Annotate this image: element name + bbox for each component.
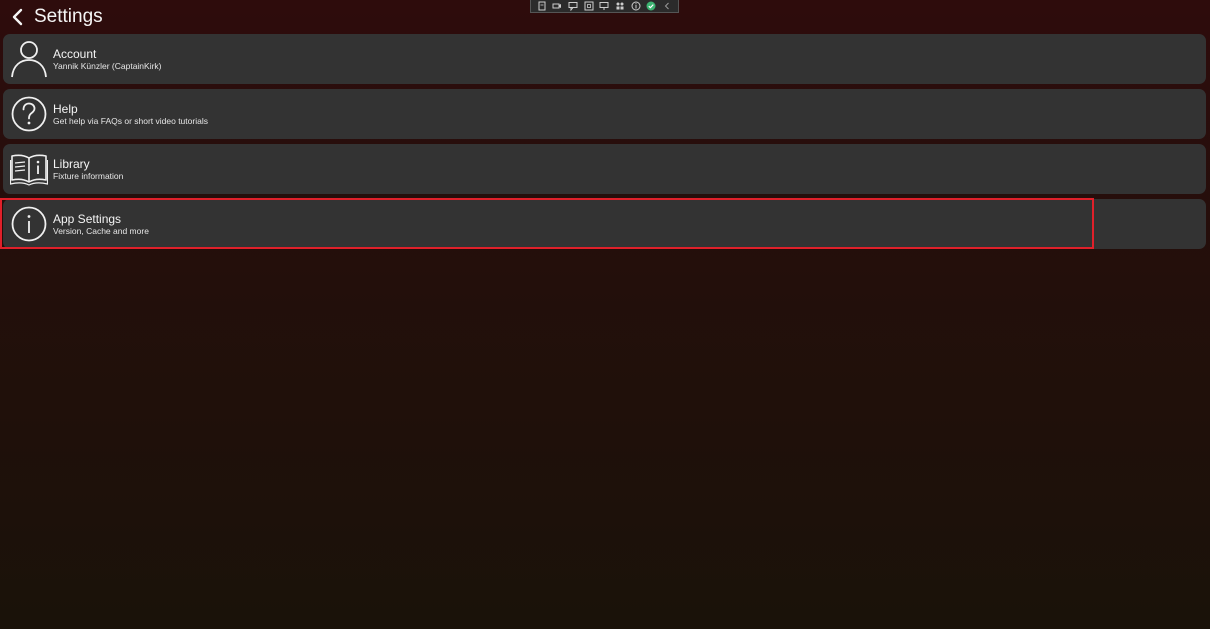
app-settings-item[interactable]: App Settings Version, Cache and more [3,199,1206,249]
account-title: Account [53,46,97,61]
group-icon[interactable] [615,1,626,12]
settings-list: Account Yannik Künzler (CaptainKirk) Hel… [3,34,1206,254]
chevron-left-icon [12,8,23,26]
monitor-icon[interactable] [599,1,610,12]
app-settings-title: App Settings [53,211,122,226]
library-item[interactable]: Library Fixture information [3,144,1206,194]
header-bar: Settings [0,0,103,34]
frame-icon[interactable] [583,1,594,12]
question-circle-icon [9,94,49,134]
account-subtitle: Yannik Künzler (CaptainKirk) [53,60,162,71]
info-circle-icon[interactable] [630,1,641,12]
help-title: Help [53,101,78,116]
app-settings-subtitle: Version, Cache and more [53,225,149,236]
check-circle-icon[interactable] [646,1,657,12]
book-info-icon [9,149,49,189]
page-title: Settings [34,6,103,27]
person-icon [9,39,49,79]
library-title: Library [53,156,90,171]
back-button[interactable] [2,0,32,34]
chevron-left-icon[interactable] [662,1,673,12]
document-icon[interactable] [536,1,547,12]
floating-toolbar [530,0,679,13]
library-subtitle: Fixture information [53,170,124,181]
help-subtitle: Get help via FAQs or short video tutoria… [53,115,208,126]
chat-icon[interactable] [568,1,579,12]
help-item[interactable]: Help Get help via FAQs or short video tu… [3,89,1206,139]
account-item[interactable]: Account Yannik Künzler (CaptainKirk) [3,34,1206,84]
camera-icon[interactable] [552,1,563,12]
info-circle-icon [9,204,49,244]
